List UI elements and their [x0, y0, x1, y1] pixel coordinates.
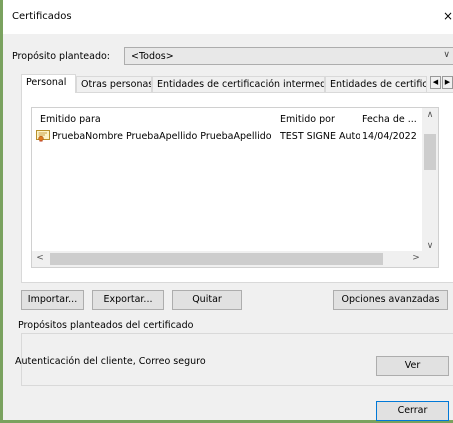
tab-other-people[interactable]: Otras personas [76, 76, 152, 92]
purpose-select[interactable]: <Todos> ∨ [124, 47, 453, 65]
tab-strip: Personal Otras personas Entidades de cer… [21, 74, 453, 93]
certificate-list[interactable]: Emitido para Emitido por Fecha de ... Pr… [31, 107, 439, 268]
tab-panel: Emitido para Emitido por Fecha de ... Pr… [21, 92, 453, 283]
tab-scroll-right-icon[interactable]: ▶ [442, 76, 453, 89]
scroll-up-icon[interactable]: ∧ [422, 110, 438, 120]
import-button[interactable]: Importar... [21, 290, 84, 310]
advanced-options-button[interactable]: Opciones avanzadas [333, 290, 448, 310]
certificate-purposes-title: Propósitos planteados del certificado [15, 320, 197, 331]
view-button[interactable]: Ver [376, 356, 449, 376]
scroll-down-icon[interactable]: ∨ [422, 241, 438, 251]
dialog-content: Propósito planteado: <Todos> ∨ Personal … [3, 34, 453, 421]
certificate-icon [36, 130, 50, 142]
tab-intermediate-authorities[interactable]: Entidades de certificación intermedias [152, 76, 325, 92]
vertical-scroll-thumb[interactable] [424, 134, 436, 170]
title-bar: Certificados × [3, 0, 453, 34]
cell-issued-to: PruebaNombre PruebaApellido PruebaApelli… [52, 131, 272, 142]
table-row[interactable]: PruebaNombre PruebaApellido PruebaApelli… [32, 127, 438, 143]
purpose-label: Propósito planteado: [12, 51, 111, 62]
certificate-purposes-text: Autenticación del cliente, Correo seguro [15, 356, 206, 367]
cell-date: 14/04/2022 [362, 131, 417, 142]
close-button[interactable]: Cerrar [376, 401, 449, 421]
tab-personal[interactable]: Personal [21, 74, 76, 93]
column-header-issued-by[interactable]: Emitido por [280, 114, 335, 125]
chevron-down-icon: ∨ [443, 50, 450, 60]
remove-button[interactable]: Quitar [172, 290, 242, 310]
export-button[interactable]: Exportar... [92, 290, 164, 310]
purpose-select-value: <Todos> [131, 51, 174, 62]
tab-scroll-left-icon[interactable]: ◀ [430, 76, 441, 89]
window-title: Certificados [12, 11, 72, 22]
scroll-left-icon[interactable]: < [32, 253, 48, 263]
scrollbar-corner [422, 251, 438, 267]
cell-issued-by: TEST SIGNE Autori... [280, 131, 360, 142]
column-header-date[interactable]: Fecha de ... [362, 114, 417, 125]
close-icon[interactable]: × [441, 9, 453, 23]
certificates-dialog: Certificados × Propósito planteado: <Tod… [0, 0, 453, 423]
vertical-scrollbar[interactable]: ∧ ∨ [422, 108, 438, 253]
tab-certification-authorities[interactable]: Entidades de certificaci [325, 76, 427, 92]
column-header-issued-to[interactable]: Emitido para [40, 114, 101, 125]
horizontal-scroll-thumb[interactable] [50, 253, 383, 265]
horizontal-scrollbar[interactable]: < > [32, 251, 424, 267]
